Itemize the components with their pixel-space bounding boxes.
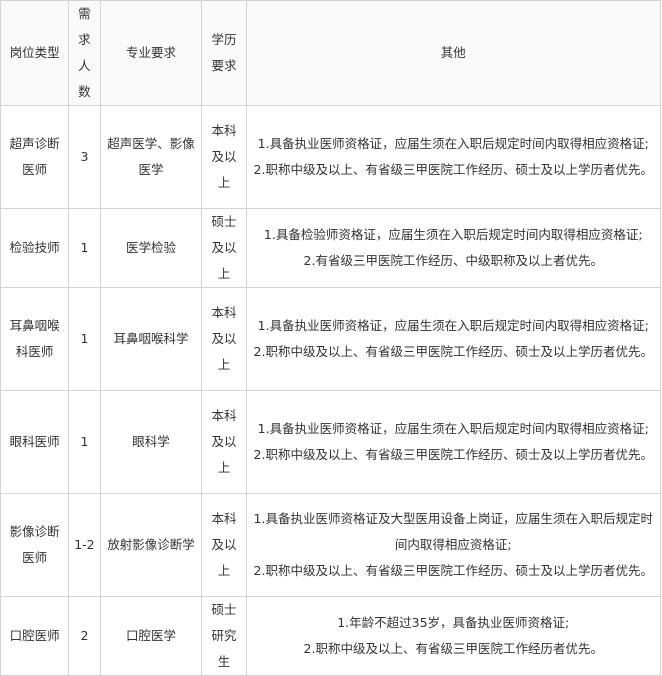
cell-major: 眼科学 xyxy=(99,390,203,494)
cell-position: 耳鼻咽喉科医师 xyxy=(0,287,70,391)
cell-count: 1 xyxy=(68,390,101,494)
table-row: 超声诊断医师 3 超声医学、影像医学 本科及以上 1.具备执业医师资格证，应届生… xyxy=(0,105,661,209)
cell-education: 本科及以上 xyxy=(201,287,247,391)
cell-other: 1.具备执业医师资格证，应届生须在入职后规定时间内取得相应资格证; 2.职称中级… xyxy=(245,287,661,391)
cell-other: 1.年龄不超过35岁，具备执业医师资格证; 2.职称中级及以上、有省级三甲医院工… xyxy=(245,596,661,676)
requirement-line: 1.具备执业医师资格证，应届生须在入职后规定时间内取得相应资格证; xyxy=(257,136,649,151)
cell-major: 超声医学、影像医学 xyxy=(99,105,203,209)
cell-education: 硕士及以上 xyxy=(201,208,247,288)
cell-position: 影像诊断医师 xyxy=(0,493,70,597)
cell-position: 眼科医师 xyxy=(0,390,70,494)
cell-education: 本科及以上 xyxy=(201,390,247,494)
table-row: 检验技师 1 医学检验 硕士及以上 1.具备检验师资格证，应届生须在入职后规定时… xyxy=(0,208,661,288)
cell-education: 硕士研究生 xyxy=(201,596,247,676)
cell-count: 1-2 xyxy=(68,493,101,597)
cell-count: 1 xyxy=(68,287,101,391)
cell-education: 本科及以上 xyxy=(201,105,247,209)
requirement-line: 1.年龄不超过35岁，具备执业医师资格证; xyxy=(337,615,570,630)
cell-position: 检验技师 xyxy=(0,208,70,288)
preference-line: 2.职称中级及以上、有省级三甲医院工作经历、硕士及以上学历者优先。 xyxy=(253,162,653,177)
cell-count: 1 xyxy=(68,208,101,288)
cell-major: 放射影像诊断学 xyxy=(99,493,203,597)
requirement-line: 1.具备执业医师资格证，应届生须在入职后规定时间内取得相应资格证; xyxy=(257,318,649,333)
table-row: 眼科医师 1 眼科学 本科及以上 1.具备执业医师资格证，应届生须在入职后规定时… xyxy=(0,390,661,494)
preference-line: 2.职称中级及以上、有省级三甲医院工作经历、硕士及以上学历者优先。 xyxy=(253,563,653,578)
cell-position: 口腔医师 xyxy=(0,596,70,676)
recruitment-table: 岗位类型 需求人数 专业要求 学历要求 其他 超声诊断医师 3 超声医学、影像医… xyxy=(0,0,661,676)
table-row: 耳鼻咽喉科医师 1 耳鼻咽喉科学 本科及以上 1.具备执业医师资格证，应届生须在… xyxy=(0,287,661,391)
cell-other: 1.具备执业医师资格证，应届生须在入职后规定时间内取得相应资格证; 2.职称中级… xyxy=(245,105,661,209)
requirement-line: 1.具备执业医师资格证，应届生须在入职后规定时间内取得相应资格证; xyxy=(257,421,649,436)
header-major: 专业要求 xyxy=(99,0,203,106)
cell-other: 1.具备执业医师资格证及大型医用设备上岗证，应届生须在入职后规定时间内取得相应资… xyxy=(245,493,661,597)
preference-line: 2.职称中级及以上、有省级三甲医院工作经历者优先。 xyxy=(303,641,603,656)
cell-count: 3 xyxy=(68,105,101,209)
cell-education: 本科及以上 xyxy=(201,493,247,597)
cell-count: 2 xyxy=(68,596,101,676)
preference-line: 2.职称中级及以上、有省级三甲医院工作经历、硕士及以上学历者优先。 xyxy=(253,447,653,462)
cell-other: 1.具备检验师资格证，应届生须在入职后规定时间内取得相应资格证; 2.有省级三甲… xyxy=(245,208,661,288)
cell-major: 耳鼻咽喉科学 xyxy=(99,287,203,391)
table-row: 口腔医师 2 口腔医学 硕士研究生 1.年龄不超过35岁，具备执业医师资格证; … xyxy=(0,596,661,676)
table-row: 影像诊断医师 1-2 放射影像诊断学 本科及以上 1.具备执业医师资格证及大型医… xyxy=(0,493,661,597)
requirement-line: 1.具备执业医师资格证及大型医用设备上岗证，应届生须在入职后规定时间内取得相应资… xyxy=(253,511,653,552)
header-other: 其他 xyxy=(245,0,661,106)
cell-major: 医学检验 xyxy=(99,208,203,288)
header-count: 需求人数 xyxy=(68,0,101,106)
cell-other: 1.具备执业医师资格证，应届生须在入职后规定时间内取得相应资格证; 2.职称中级… xyxy=(245,390,661,494)
preference-line: 2.职称中级及以上、有省级三甲医院工作经历、硕士及以上学历者优先。 xyxy=(253,344,653,359)
requirement-line: 1.具备检验师资格证，应届生须在入职后规定时间内取得相应资格证; xyxy=(263,227,643,242)
header-education: 学历要求 xyxy=(201,0,247,106)
header-position: 岗位类型 xyxy=(0,0,70,106)
preference-line: 2.有省级三甲医院工作经历、中级职称及以上者优先。 xyxy=(303,253,603,268)
cell-position: 超声诊断医师 xyxy=(0,105,70,209)
cell-major: 口腔医学 xyxy=(99,596,203,676)
table-header-row: 岗位类型 需求人数 专业要求 学历要求 其他 xyxy=(0,0,661,106)
